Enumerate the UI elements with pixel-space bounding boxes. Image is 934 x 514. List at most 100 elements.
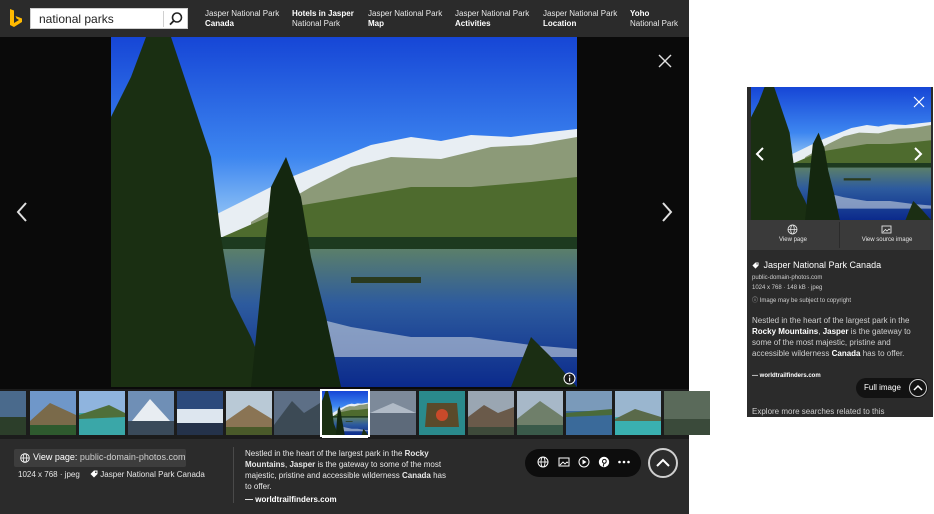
thumbnail[interactable] xyxy=(468,391,514,435)
image-icon xyxy=(881,225,892,234)
chevron-right-icon[interactable] xyxy=(912,146,924,162)
mobile-image-viewer: View page View source image Jasper Natio… xyxy=(747,87,933,417)
selected-thumbnail-indicator xyxy=(322,436,368,438)
thumbnail[interactable] xyxy=(226,391,272,435)
mobile-action-row: View page View source image xyxy=(747,220,933,250)
thumbnail[interactable] xyxy=(419,391,465,435)
image-info-panel: View page: public-domain-photos.com 1024… xyxy=(0,439,689,514)
desc-seg-bold: Canada xyxy=(831,349,861,358)
related-search-line1: Hotels in Jasper xyxy=(292,9,354,18)
desc-seg-bold: Rocky Mountains xyxy=(752,327,819,336)
close-icon[interactable] xyxy=(913,96,925,108)
thumbnail[interactable] xyxy=(517,391,563,435)
main-image[interactable] xyxy=(111,37,577,387)
description-source[interactable]: — worldtrailfinders.com xyxy=(245,494,450,505)
view-page-button[interactable]: View page xyxy=(747,220,839,250)
desc-seg-bold: Jasper xyxy=(822,327,849,336)
chevron-left-icon[interactable] xyxy=(12,200,32,224)
view-source-image-button[interactable]: View source image xyxy=(841,220,933,250)
desc-seg: has to offer. xyxy=(860,349,905,358)
thumbnail-strip xyxy=(0,389,710,439)
mobile-image-description: Nestled in the heart of the largest park… xyxy=(752,315,928,359)
related-search-line1: Jasper National Park xyxy=(455,9,530,18)
chevron-up-icon xyxy=(909,379,927,397)
search-box: national parks xyxy=(30,8,188,29)
related-search-line2: Location xyxy=(543,19,577,28)
thumbnail[interactable] xyxy=(274,391,320,435)
globe-icon[interactable] xyxy=(536,455,550,469)
info-icon[interactable] xyxy=(563,372,576,385)
image-title[interactable]: Jasper National Park Canada xyxy=(90,470,205,479)
thumbnail[interactable] xyxy=(177,391,223,435)
thumbnail[interactable] xyxy=(370,391,416,435)
divider xyxy=(839,222,840,248)
related-search-line1: Jasper National Park xyxy=(543,9,618,18)
thumbnail[interactable] xyxy=(30,391,76,435)
action-toolbar xyxy=(525,449,641,477)
related-search-line2: Activities xyxy=(455,19,491,28)
mobile-image-title[interactable]: Jasper National Park Canada xyxy=(752,260,881,270)
search-icon[interactable] xyxy=(167,10,185,28)
view-page-text: View page: public-domain-photos.com xyxy=(33,452,185,462)
top-bar: national parks Jasper National Park Cana… xyxy=(0,0,689,37)
thumbnail[interactable] xyxy=(615,391,661,435)
image-icon[interactable] xyxy=(557,455,571,469)
chevron-up-icon xyxy=(656,458,670,467)
related-search-item[interactable]: Jasper National Park Activities xyxy=(455,9,529,29)
related-search-line2: Map xyxy=(368,19,384,28)
collapse-panel-button[interactable] xyxy=(648,448,678,478)
chevron-left-icon[interactable] xyxy=(754,146,766,162)
thumbnail[interactable] xyxy=(128,391,174,435)
related-search-item[interactable]: Jasper National Park Map xyxy=(368,9,442,29)
pinterest-icon[interactable] xyxy=(597,455,611,469)
search-input[interactable]: national parks xyxy=(39,11,159,27)
image-description: Nestled in the heart of the largest park… xyxy=(245,448,450,505)
globe-icon xyxy=(787,224,798,235)
mobile-image-meta: 1024 x 768 · 148 kB · jpeg xyxy=(752,285,823,291)
image-title-text: Jasper National Park Canada xyxy=(100,470,205,479)
explore-related-searches: Explore more searches related to this xyxy=(752,407,885,416)
related-search-line2: National Park xyxy=(630,19,679,28)
play-icon[interactable] xyxy=(577,455,591,469)
mobile-main-image[interactable] xyxy=(751,87,931,220)
source-domain: public-domain-photos.com xyxy=(79,452,186,462)
desc-seg-bold: Canada xyxy=(401,471,431,480)
related-search-line2: Canada xyxy=(205,19,234,28)
full-image-label: Full image xyxy=(864,383,901,392)
related-search-line1: Yoho xyxy=(630,9,650,18)
image-viewer: national parks Jasper National Park Cana… xyxy=(0,0,710,514)
view-source-label: View source image xyxy=(861,237,913,243)
tag-icon xyxy=(752,262,759,269)
mobile-title-text: Jasper National Park Canada xyxy=(763,260,882,270)
desc-seg: Nestled in the heart of the largest park… xyxy=(752,316,910,325)
related-search-item[interactable]: Hotels in Jasper National Park xyxy=(292,9,354,29)
divider xyxy=(233,447,234,503)
thumbnail[interactable] xyxy=(0,391,26,435)
related-search-item[interactable]: Jasper National Park Canada xyxy=(205,9,279,29)
image-format: jpeg xyxy=(64,470,80,479)
thumbnail[interactable] xyxy=(664,391,710,435)
desc-seg: Nestled in the heart of the largest park… xyxy=(245,449,405,458)
related-search-item[interactable]: Jasper National Park Location xyxy=(543,9,617,29)
mobile-source-domain[interactable]: public-domain-photos.com xyxy=(752,275,822,281)
related-search-line2: National Park xyxy=(292,19,341,28)
chevron-right-icon[interactable] xyxy=(657,200,677,224)
related-search-line1: Jasper National Park xyxy=(368,9,443,18)
related-search-item[interactable]: Yoho National Park xyxy=(630,9,678,29)
full-image-button[interactable]: Full image xyxy=(856,378,928,398)
mobile-description-source[interactable]: — worldtrailfinders.com xyxy=(752,373,821,379)
image-dimensions: 1024 x 768 xyxy=(18,470,58,479)
thumbnail[interactable] xyxy=(566,391,612,435)
bing-logo-icon[interactable] xyxy=(8,8,24,28)
search-divider xyxy=(163,11,164,27)
more-icon[interactable] xyxy=(617,455,631,469)
close-icon[interactable] xyxy=(656,52,674,70)
view-page-label: View page xyxy=(779,237,807,243)
related-search-line1: Jasper National Park xyxy=(205,9,280,18)
description-text: Nestled in the heart of the largest park… xyxy=(245,449,446,491)
desc-seg-bold: Jasper xyxy=(289,460,316,469)
view-page-button[interactable]: View page: public-domain-photos.com xyxy=(14,449,186,467)
thumbnail-selected[interactable] xyxy=(320,389,370,437)
thumbnail[interactable] xyxy=(79,391,125,435)
view-page-label: View page: xyxy=(33,452,78,462)
